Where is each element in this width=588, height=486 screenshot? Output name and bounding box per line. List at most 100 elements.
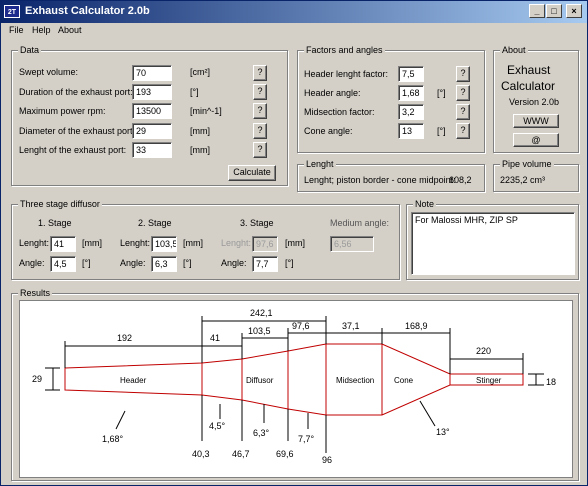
length-description: Lenght; piston border - cone midpoint: (304, 175, 456, 185)
pipe-volume-label: Pipe volume (500, 159, 554, 169)
header-angle-unit: [°] (437, 88, 446, 98)
exhaust-pipe-drawing: Header Diffusor Midsection Cone Stinger … (32, 308, 556, 465)
help-max-rpm-button[interactable]: ? (253, 103, 267, 119)
help-port-diameter-button[interactable]: ? (253, 123, 267, 139)
stage3-length-unit: [mm] (285, 238, 305, 248)
swept-volume-input[interactable]: 70 (132, 65, 172, 81)
close-button[interactable]: × (566, 4, 582, 18)
header-length-factor-label: Header lenght factor: (304, 69, 389, 79)
stage3-angle-label: Angle: (221, 258, 247, 268)
stage3-length-label: Lenght: (221, 238, 252, 248)
stage3-title: 3. Stage (240, 218, 274, 228)
port-length-input[interactable]: 33 (132, 142, 172, 158)
max-rpm-label: Maximum power rpm: (19, 106, 106, 116)
help-header-angle-button[interactable]: ? (456, 85, 470, 101)
title-bar[interactable]: 2T Exhaust Calculator 2.0b _ □ × (1, 1, 587, 23)
dim-header-length: 192 (117, 333, 132, 343)
dim-stinger-length: 220 (476, 346, 491, 356)
help-port-length-button[interactable]: ? (253, 142, 267, 158)
exhaust-duration-unit: [°] (190, 87, 199, 97)
port-length-unit: [mm] (190, 145, 210, 155)
help-header-length-factor-button[interactable]: ? (456, 66, 470, 82)
exhaust-duration-input[interactable]: 193 (132, 84, 172, 100)
about-title-line2: Calculator (501, 79, 556, 93)
note-panel-label: Note (413, 199, 437, 209)
section-diffusor-label: Diffusor (246, 376, 274, 385)
length-value: 608,2 (449, 175, 472, 185)
stage2-angle-input[interactable]: 6,3 (151, 256, 177, 272)
stage1-length-unit: [mm] (82, 238, 102, 248)
stage1-length-input[interactable]: 41 (50, 236, 76, 252)
pipe-volume-value: 2235,2 cm³ (500, 175, 546, 185)
minimize-button[interactable]: _ (529, 4, 545, 18)
app-logo-icon: 2T (4, 5, 20, 18)
angle-header: 1,68° (102, 434, 124, 444)
header-angle-label: Header angle: (304, 88, 361, 98)
dim-diffusor-total: 242,1 (250, 308, 273, 318)
maximize-button[interactable]: □ (546, 4, 562, 18)
angle-stage3: 7,7° (298, 434, 315, 444)
help-exhaust-duration-button[interactable]: ? (253, 84, 267, 100)
max-rpm-input[interactable]: 13500 (132, 103, 172, 119)
stage1-angle-unit: [°] (82, 258, 91, 268)
diffusor-panel-label: Three stage diffusor (18, 199, 102, 209)
results-panel-label: Results (18, 288, 53, 298)
stage3-angle-input[interactable]: 7,7 (252, 256, 278, 272)
stage1-angle-label: Angle: (19, 258, 45, 268)
medium-angle-label: Medium angle: (330, 218, 390, 228)
help-midsection-factor-button[interactable]: ? (456, 104, 470, 120)
port-diameter-input[interactable]: 29 (132, 123, 172, 139)
menu-help[interactable]: Help (32, 25, 51, 35)
www-button[interactable]: WWW (513, 114, 559, 128)
stage2-length-label: Lenght: (120, 238, 151, 248)
swept-volume-label: Swept volume: (19, 67, 79, 77)
angle-stage2: 6,3° (253, 428, 270, 438)
exhaust-duration-label: Duration of the exhaust port: (19, 87, 133, 97)
stage2-title: 2. Stage (138, 218, 172, 228)
position-1: 40,3 (192, 449, 210, 459)
window-title: Exhaust Calculator 2.0b (25, 5, 150, 17)
dim-midsection-length: 37,1 (342, 321, 360, 331)
section-midsection-label: Midsection (336, 376, 374, 385)
email-button[interactable]: @ (513, 133, 559, 147)
menu-file[interactable]: File (9, 25, 24, 35)
dim-stage1-length: 41 (210, 333, 220, 343)
diameter-outlet: 18 (546, 377, 556, 387)
section-stinger-label: Stinger (476, 376, 502, 385)
midsection-factor-input[interactable]: 3,2 (398, 104, 424, 120)
stage3-angle-unit: [°] (285, 258, 294, 268)
cone-angle-label: Cone angle: (304, 126, 353, 136)
help-cone-angle-button[interactable]: ? (456, 123, 470, 139)
cone-angle-unit: [°] (437, 126, 446, 136)
cone-angle-input[interactable]: 13 (398, 123, 424, 139)
stage2-length-unit: [mm] (183, 238, 203, 248)
position-2: 46,7 (232, 449, 250, 459)
calculate-button[interactable]: Calculate (228, 165, 276, 181)
max-rpm-unit: [min^-1] (190, 106, 222, 116)
header-length-factor-input[interactable]: 7,5 (398, 66, 424, 82)
header-angle-input[interactable]: 1,68 (398, 85, 424, 101)
angle-stage1: 4,5° (209, 421, 226, 431)
midsection-factor-label: Midsection factor: (304, 107, 375, 117)
section-cone-label: Cone (394, 376, 414, 385)
swept-volume-unit: [cm²] (190, 67, 210, 77)
stage2-angle-unit: [°] (183, 258, 192, 268)
medium-angle-value: 6,56 (330, 236, 374, 252)
stage2-length-input[interactable]: 103,5 (151, 236, 177, 252)
port-diameter-unit: [mm] (190, 126, 210, 136)
diameter-inlet: 29 (32, 374, 42, 384)
stage1-angle-input[interactable]: 4,5 (50, 256, 76, 272)
factors-panel-label: Factors and angles (304, 45, 385, 55)
stage2-angle-label: Angle: (120, 258, 146, 268)
section-header-label: Header (120, 376, 147, 385)
position-4: 96 (322, 455, 332, 465)
note-textarea[interactable]: For Malossi MHR, ZIP SP (411, 212, 575, 275)
port-length-label: Lenght of the exhaust port: (19, 145, 127, 155)
about-version: Version 2.0b (509, 97, 560, 107)
help-swept-volume-button[interactable]: ? (253, 65, 267, 81)
about-panel-label: About (500, 45, 528, 55)
stage1-length-label: Lenght: (19, 238, 50, 248)
dim-stage2-length: 103,5 (248, 326, 271, 336)
menu-about[interactable]: About (58, 25, 82, 35)
angle-cone: 13° (436, 427, 450, 437)
